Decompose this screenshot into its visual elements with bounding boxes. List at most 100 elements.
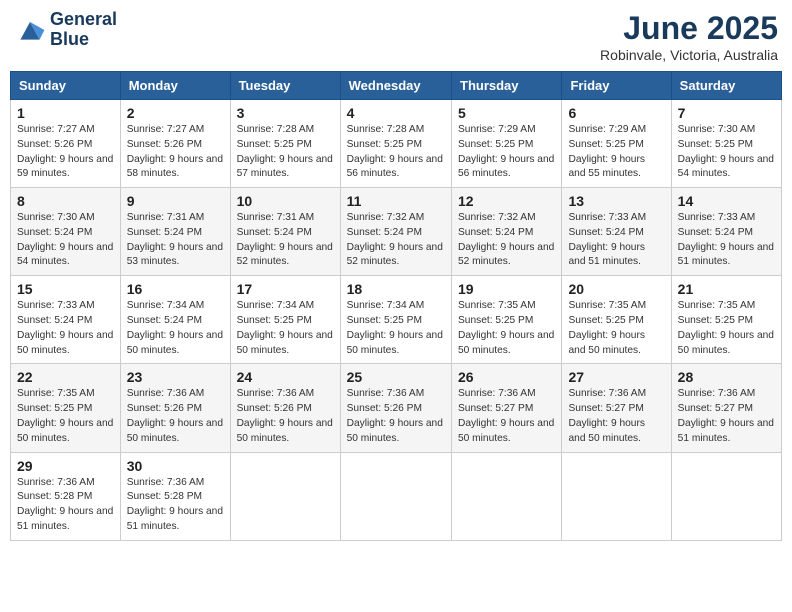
day-info: Sunrise: 7:29 AMSunset: 5:25 PMDaylight:…	[568, 123, 664, 182]
title-block: June 2025 Robinvale, Victoria, Australia	[600, 10, 778, 63]
day-number: 17	[237, 281, 334, 297]
location: Robinvale, Victoria, Australia	[600, 47, 778, 63]
day-number: 14	[678, 193, 775, 209]
calendar-cell: 15Sunrise: 7:33 AMSunset: 5:24 PMDayligh…	[11, 276, 121, 364]
col-thursday: Thursday	[452, 72, 562, 100]
month-title: June 2025	[600, 10, 778, 47]
calendar-header-row: Sunday Monday Tuesday Wednesday Thursday…	[11, 72, 782, 100]
day-number: 1	[17, 105, 114, 121]
calendar-cell: 16 Sunrise: 7:34 AMSunset: 5:24 PMDayligh…	[120, 276, 230, 364]
calendar-cell: 23Sunrise: 7:36 AMSunset: 5:26 PMDayligh…	[120, 364, 230, 452]
day-info: Sunrise: 7:28 AMSunset: 5:25 PMDaylight:…	[347, 123, 445, 182]
calendar-week-row: 15Sunrise: 7:33 AMSunset: 5:24 PMDayligh…	[11, 276, 782, 364]
day-number: 26	[458, 369, 555, 385]
day-info: Sunrise: 7:33 AMSunset: 5:24 PMDaylight:…	[678, 211, 775, 270]
day-info: Sunrise: 7:33 AMSunset: 5:24 PMDaylight:…	[568, 211, 664, 270]
calendar-cell	[230, 452, 340, 540]
day-number: 20	[568, 281, 664, 297]
day-number: 22	[17, 369, 114, 385]
calendar-cell: 1 Sunrise: 7:27 AMSunset: 5:26 PMDaylight…	[11, 100, 121, 188]
day-number: 7	[678, 105, 775, 121]
day-number: 25	[347, 369, 445, 385]
calendar-cell: 20 Sunrise: 7:35 AMSunset: 5:25 PMDayligh…	[562, 276, 671, 364]
day-info: Sunrise: 7:31 AMSunset: 5:24 PMDaylight:…	[237, 211, 334, 270]
day-info: Sunrise: 7:36 AMSunset: 5:27 PMDaylight:…	[568, 387, 664, 446]
calendar-week-row: 22 Sunrise: 7:35 AMSunset: 5:25 PMDayligh…	[11, 364, 782, 452]
logo: General Blue	[14, 10, 117, 50]
calendar-week-row: 29 Sunrise: 7:36 AMSunset: 5:28 PMDayligh…	[11, 452, 782, 540]
calendar-cell: 4 Sunrise: 7:28 AMSunset: 5:25 PMDaylight…	[340, 100, 451, 188]
day-number: 29	[17, 458, 114, 474]
day-info: Sunrise: 7:32 AMSunset: 5:24 PMDaylight:…	[458, 211, 555, 270]
calendar-cell: 21 Sunrise: 7:35 AMSunset: 5:25 PMDayligh…	[671, 276, 781, 364]
day-info: Sunrise: 7:30 AMSunset: 5:25 PMDaylight:…	[678, 123, 775, 182]
day-number: 13	[568, 193, 664, 209]
day-number: 6	[568, 105, 664, 121]
day-number: 23	[127, 369, 224, 385]
calendar-cell: 18 Sunrise: 7:34 AMSunset: 5:25 PMDayligh…	[340, 276, 451, 364]
calendar-cell: 12 Sunrise: 7:32 AMSunset: 5:24 PMDayligh…	[452, 188, 562, 276]
calendar-cell: 22 Sunrise: 7:35 AMSunset: 5:25 PMDayligh…	[11, 364, 121, 452]
day-info: Sunrise: 7:27 AMSunset: 5:26 PMDaylight:…	[127, 123, 224, 182]
day-number: 4	[347, 105, 445, 121]
day-info: Sunrise: 7:34 AMSunset: 5:25 PMDaylight:…	[347, 299, 445, 358]
day-number: 10	[237, 193, 334, 209]
day-info: Sunrise: 7:32 AMSunset: 5:24 PMDaylight:…	[347, 211, 445, 270]
day-info: Sunrise: 7:34 AMSunset: 5:24 PMDaylight:…	[127, 299, 224, 358]
calendar-week-row: 8 Sunrise: 7:30 AMSunset: 5:24 PMDaylight…	[11, 188, 782, 276]
calendar-cell	[562, 452, 671, 540]
calendar-cell: 19 Sunrise: 7:35 AMSunset: 5:25 PMDayligh…	[452, 276, 562, 364]
calendar-cell: 30 Sunrise: 7:36 AMSunset: 5:28 PMDayligh…	[120, 452, 230, 540]
calendar-cell	[340, 452, 451, 540]
day-info: Sunrise: 7:36 AMSunset: 5:26 PMDaylight:…	[237, 387, 334, 446]
day-number: 16	[127, 281, 224, 297]
day-number: 30	[127, 458, 224, 474]
calendar-cell: 13 Sunrise: 7:33 AMSunset: 5:24 PMDayligh…	[562, 188, 671, 276]
day-info: Sunrise: 7:36 AMSunset: 5:27 PMDaylight:…	[458, 387, 555, 446]
calendar-cell: 28Sunrise: 7:36 AMSunset: 5:27 PMDayligh…	[671, 364, 781, 452]
calendar-cell: 17Sunrise: 7:34 AMSunset: 5:25 PMDayligh…	[230, 276, 340, 364]
calendar-cell: 26 Sunrise: 7:36 AMSunset: 5:27 PMDayligh…	[452, 364, 562, 452]
day-number: 9	[127, 193, 224, 209]
calendar-cell	[452, 452, 562, 540]
logo-icon	[14, 14, 46, 46]
day-number: 2	[127, 105, 224, 121]
calendar-cell: 8 Sunrise: 7:30 AMSunset: 5:24 PMDaylight…	[11, 188, 121, 276]
calendar-cell: 24 Sunrise: 7:36 AMSunset: 5:26 PMDayligh…	[230, 364, 340, 452]
day-info: Sunrise: 7:28 AMSunset: 5:25 PMDaylight:…	[237, 123, 334, 182]
calendar: Sunday Monday Tuesday Wednesday Thursday…	[10, 71, 782, 541]
day-number: 24	[237, 369, 334, 385]
page-header: General Blue June 2025 Robinvale, Victor…	[10, 10, 782, 63]
day-number: 18	[347, 281, 445, 297]
day-info: Sunrise: 7:35 AMSunset: 5:25 PMDaylight:…	[568, 299, 664, 358]
day-info: Sunrise: 7:35 AMSunset: 5:25 PMDaylight:…	[458, 299, 555, 358]
day-info: Sunrise: 7:29 AMSunset: 5:25 PMDaylight:…	[458, 123, 555, 182]
day-info: Sunrise: 7:27 AMSunset: 5:26 PMDaylight:…	[17, 123, 114, 182]
day-number: 27	[568, 369, 664, 385]
day-number: 11	[347, 193, 445, 209]
day-info: Sunrise: 7:36 AMSunset: 5:26 PMDaylight:…	[347, 387, 445, 446]
col-sunday: Sunday	[11, 72, 121, 100]
calendar-cell	[671, 452, 781, 540]
day-number: 28	[678, 369, 775, 385]
day-info: Sunrise: 7:35 AMSunset: 5:25 PMDaylight:…	[17, 387, 114, 446]
logo-text: General Blue	[50, 10, 117, 50]
calendar-cell: 7 Sunrise: 7:30 AMSunset: 5:25 PMDaylight…	[671, 100, 781, 188]
day-number: 5	[458, 105, 555, 121]
day-number: 8	[17, 193, 114, 209]
day-number: 21	[678, 281, 775, 297]
day-number: 12	[458, 193, 555, 209]
calendar-cell: 29Sunrise: 7:36 AMSunset: 5:28 PMDayligh…	[11, 452, 121, 540]
calendar-cell: 11 Sunrise: 7:32 AMSunset: 5:24 PMDayligh…	[340, 188, 451, 276]
calendar-week-row: 1 Sunrise: 7:27 AMSunset: 5:26 PMDaylight…	[11, 100, 782, 188]
col-wednesday: Wednesday	[340, 72, 451, 100]
day-number: 19	[458, 281, 555, 297]
day-info: Sunrise: 7:35 AMSunset: 5:25 PMDaylight:…	[678, 299, 775, 358]
day-info: Sunrise: 7:30 AMSunset: 5:24 PMDaylight:…	[17, 211, 114, 270]
day-number: 15	[17, 281, 114, 297]
col-saturday: Saturday	[671, 72, 781, 100]
day-number: 3	[237, 105, 334, 121]
day-info: Sunrise: 7:31 AMSunset: 5:24 PMDaylight:…	[127, 211, 224, 270]
calendar-cell: 3 Sunrise: 7:28 AMSunset: 5:25 PMDaylight…	[230, 100, 340, 188]
day-info: Sunrise: 7:36 AMSunset: 5:28 PMDaylight:…	[127, 476, 224, 535]
